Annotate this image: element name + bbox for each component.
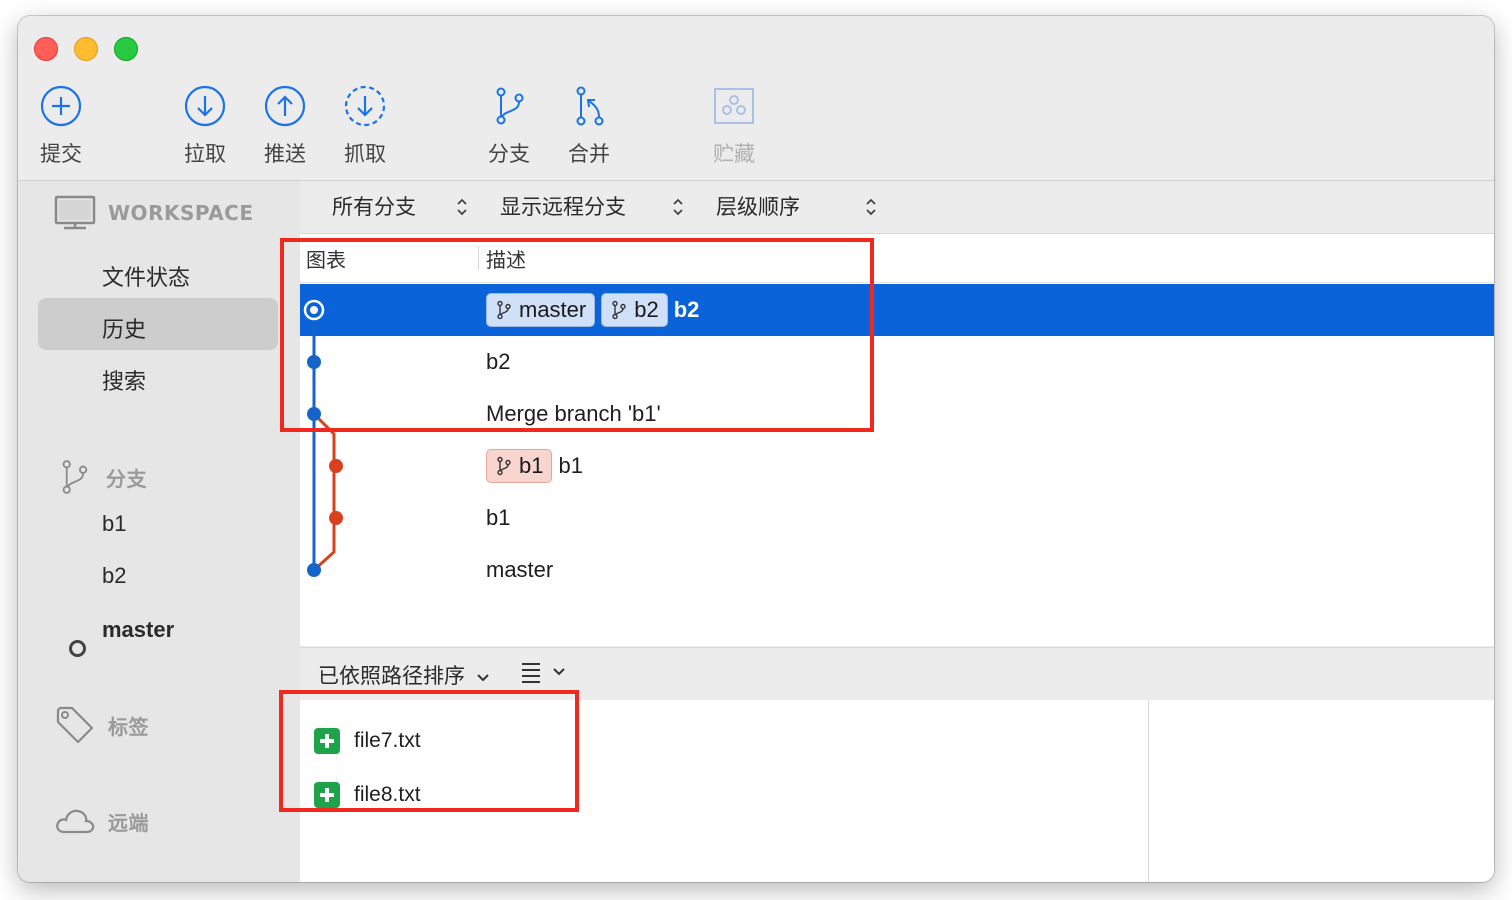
sidebar-section-branches[interactable]: 分支 — [54, 457, 147, 497]
sidebar-branch-b1[interactable]: b1 — [102, 511, 126, 537]
branch-button[interactable]: 分支 — [473, 84, 545, 176]
arrow-up-circle-icon — [264, 85, 306, 127]
commit-row[interactable]: b1 b1 — [300, 440, 1494, 492]
sidebar-item-file-status[interactable]: 文件状态 — [102, 260, 190, 292]
sidebar-section-remotes[interactable]: 远端 — [54, 801, 149, 841]
remote-filter-value: 显示远程分支 — [500, 195, 626, 219]
commit-message: b1 — [558, 453, 583, 478]
sidebar-branch-master[interactable]: master — [102, 617, 174, 643]
arrow-down-circle-icon — [184, 85, 226, 127]
toolbar: 提交 拉取 推送 抓取 分支 合并 贮藏 — [18, 16, 1494, 181]
monitor-icon — [54, 195, 96, 230]
fetch-button[interactable]: 抓取 — [329, 84, 401, 176]
commit-description: b1 b1 — [486, 440, 583, 492]
tag-icon — [56, 706, 94, 744]
branch-filter-value: 所有分支 — [332, 195, 416, 219]
workspace-title: WORKSPACE — [108, 201, 254, 225]
merge-icon — [576, 86, 604, 126]
merge-button[interactable]: 合并 — [553, 84, 625, 176]
commit-row[interactable]: master — [300, 544, 1494, 596]
branch-label: 分支 — [488, 142, 530, 166]
list-icon — [522, 663, 540, 683]
sort-order-dropdown[interactable]: 已依照路径排序 — [318, 660, 490, 690]
graph-line-b1 — [312, 412, 336, 572]
branch-icon — [497, 456, 511, 476]
fetch-label: 抓取 — [344, 142, 386, 166]
commit-description: master — [486, 544, 553, 596]
chevron-down-icon — [476, 674, 489, 682]
updown-chevron-icon — [457, 198, 467, 216]
sidebar-section-workspace: WORKSPACE — [54, 193, 254, 233]
app-window: 提交 拉取 推送 抓取 分支 合并 贮藏 WORKSPACE 文件状态 历史 搜… — [18, 16, 1494, 882]
remotes-title: 远端 — [108, 810, 149, 835]
pull-button[interactable]: 拉取 — [169, 84, 241, 176]
fetch-dashed-circle-icon — [344, 85, 386, 127]
branch-tag-b1[interactable]: b1 — [486, 449, 553, 483]
commit-button[interactable]: 提交 — [25, 84, 97, 176]
cloud-icon — [56, 809, 95, 834]
pull-label: 拉取 — [184, 142, 226, 166]
sidebar-selection-highlight — [38, 298, 278, 350]
sidebar-item-history[interactable]: 历史 — [102, 312, 146, 344]
plus-circle-icon — [40, 85, 82, 127]
graph-node — [329, 511, 343, 525]
branch-tag-label: b1 — [519, 453, 544, 478]
stash-button[interactable]: 贮藏 — [698, 84, 770, 176]
current-branch-indicator-icon — [69, 640, 86, 657]
graph-node — [307, 563, 321, 577]
order-filter-value: 层级顺序 — [716, 195, 800, 219]
commit-message: master — [486, 557, 554, 582]
sidebar-section-tags[interactable]: 标签 — [54, 705, 149, 745]
commit-row[interactable]: b1 — [300, 492, 1494, 544]
branch-icon — [496, 87, 524, 125]
branches-title: 分支 — [106, 466, 147, 491]
updown-chevron-icon — [866, 198, 876, 216]
sidebar-item-search[interactable]: 搜索 — [102, 364, 146, 396]
history-filter-bar: 所有分支 显示远程分支 层级顺序 — [300, 181, 1494, 234]
annotation-box — [280, 238, 874, 432]
sidebar-branch-b2[interactable]: b2 — [102, 563, 126, 589]
merge-label: 合并 — [568, 142, 610, 166]
tags-title: 标签 — [108, 714, 149, 739]
view-options-dropdown[interactable] — [520, 660, 566, 684]
stash-label: 贮藏 — [713, 142, 755, 166]
diff-preview-pane — [1149, 700, 1494, 882]
commit-description: b1 — [486, 492, 510, 544]
branch-icon — [62, 460, 88, 494]
push-label: 推送 — [264, 142, 306, 166]
push-button[interactable]: 推送 — [249, 84, 321, 176]
commit-label: 提交 — [40, 142, 82, 166]
commit-message: b1 — [486, 505, 511, 530]
sort-order-label: 已依照路径排序 — [318, 664, 465, 688]
stash-box-icon — [714, 88, 754, 124]
chevron-down-icon — [553, 668, 565, 676]
updown-chevron-icon — [673, 198, 683, 216]
graph-node — [329, 459, 343, 473]
remote-filter-select[interactable]: 显示远程分支 — [500, 191, 700, 221]
annotation-box — [279, 690, 579, 812]
sidebar: WORKSPACE 文件状态 历史 搜索 分支 b1 b2 master 标签 — [18, 181, 300, 882]
